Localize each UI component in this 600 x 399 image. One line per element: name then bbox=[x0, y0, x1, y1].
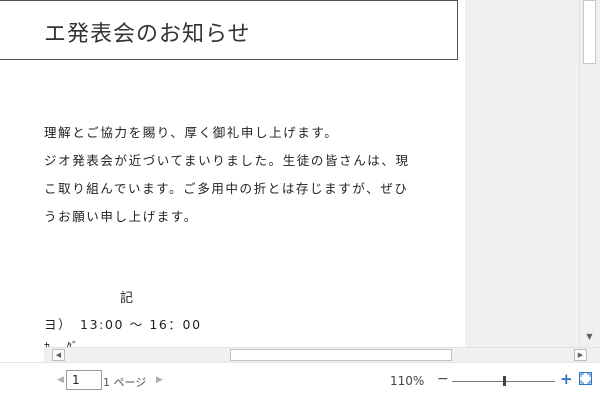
fit-page-icon[interactable] bbox=[579, 372, 592, 385]
page-margin-gray bbox=[465, 0, 579, 347]
horizontal-scroll-thumb[interactable] bbox=[230, 349, 452, 361]
status-bar: ◀ 1 1 ページ ▶ 110% − + bbox=[0, 362, 600, 399]
scroll-left-icon[interactable]: ◀ bbox=[52, 349, 65, 361]
body-line: こ取り組んでいます。ご多用中の折とは存じますが、ぜひ bbox=[44, 181, 409, 196]
body-line: ジオ発表会が近づいてまいりました。生徒の皆さんは、現 bbox=[44, 153, 410, 168]
zoom-out-button[interactable]: − bbox=[437, 371, 449, 387]
page-total-label: 1 ページ bbox=[103, 376, 147, 389]
horizontal-scrollbar[interactable]: ◀ ▶ bbox=[44, 347, 600, 362]
vertical-scroll-thumb[interactable] bbox=[583, 0, 596, 64]
zoom-level[interactable]: 110% bbox=[390, 374, 424, 388]
document-page[interactable]: エ発表会のお知らせ 理解とご協力を賜り、厚く御礼申し上げます。 ジオ発表会が近づ… bbox=[0, 0, 465, 347]
zoom-slider-thumb[interactable] bbox=[503, 376, 506, 386]
scroll-down-icon[interactable]: ▼ bbox=[583, 330, 596, 344]
ki-heading: 記 bbox=[120, 291, 134, 306]
prev-page-icon[interactable]: ◀ bbox=[57, 375, 64, 385]
vertical-scrollbar[interactable]: ▼ bbox=[579, 0, 600, 362]
page-number-input[interactable]: 1 bbox=[66, 370, 102, 390]
next-page-icon[interactable]: ▶ bbox=[156, 375, 163, 385]
body-line: うお願い申し上げます。 bbox=[44, 209, 198, 224]
document-area[interactable]: エ発表会のお知らせ 理解とご協力を賜り、厚く御礼申し上げます。 ジオ発表会が近づ… bbox=[0, 0, 579, 347]
scroll-right-icon[interactable]: ▶ bbox=[574, 349, 587, 361]
document-title: エ発表会のお知らせ bbox=[44, 22, 251, 47]
time-line: ヨ） 13:00 ～ 16：00 bbox=[44, 317, 202, 332]
zoom-in-button[interactable]: + bbox=[560, 370, 573, 388]
cut-off-line: ｶ ｸﾞ bbox=[44, 340, 81, 347]
body-line: 理解とご協力を賜り、厚く御礼申し上げます。 bbox=[44, 125, 339, 140]
